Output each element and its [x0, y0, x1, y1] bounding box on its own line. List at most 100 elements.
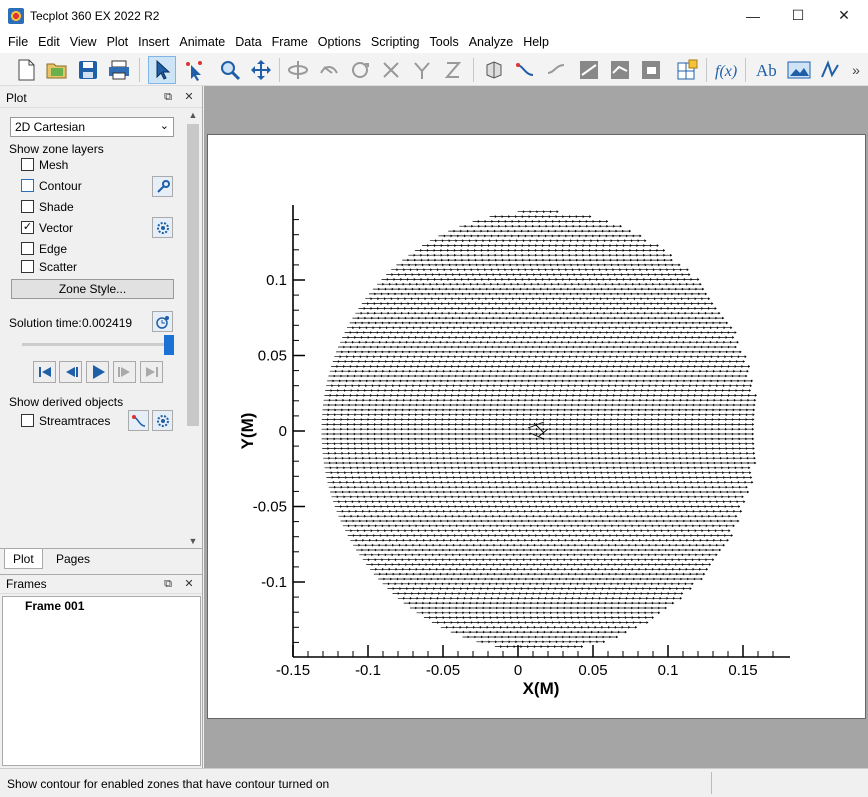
- selector-tool-button[interactable]: [148, 56, 176, 84]
- function-fx-icon: f(x): [715, 63, 737, 80]
- x-tick-label: -0.1: [355, 662, 381, 679]
- window-title: Tecplot 360 EX 2022 R2: [30, 8, 160, 23]
- probe-button[interactable]: [480, 56, 508, 84]
- equation-button[interactable]: f(x): [712, 56, 740, 84]
- edge-checkbox[interactable]: [21, 242, 34, 255]
- minimize-button[interactable]: —: [730, 0, 776, 31]
- contour-checkbox[interactable]: [21, 179, 34, 192]
- gear-settings-icon: [156, 221, 169, 234]
- vector-row: [489, 215, 592, 218]
- toolbar-overflow-button[interactable]: »: [846, 56, 866, 84]
- adjustor-tool-button[interactable]: [180, 56, 208, 84]
- scrollbar-thumb[interactable]: [187, 124, 199, 426]
- scatter-checkbox[interactable]: [21, 260, 34, 273]
- rotate-twist-button[interactable]: [346, 56, 374, 84]
- close-button[interactable]: ✕: [821, 0, 867, 31]
- play-button[interactable]: [86, 361, 109, 383]
- first-step-button[interactable]: [33, 361, 56, 383]
- frame-item[interactable]: Frame 001: [25, 599, 84, 613]
- rotate-y-button[interactable]: [408, 56, 436, 84]
- mesh-checkbox[interactable]: [21, 158, 34, 171]
- polyline-tool-button[interactable]: [816, 56, 844, 84]
- vector-row: [329, 369, 749, 373]
- plot-panel-scrollbar[interactable]: ▲ ▼: [186, 108, 200, 548]
- isosurface-tool-button[interactable]: [606, 56, 634, 84]
- last-step-button[interactable]: [140, 361, 163, 383]
- streamtrace-alt-button[interactable]: [542, 56, 570, 84]
- solution-time-settings-button[interactable]: [152, 311, 173, 332]
- x-tick-label: -0.15: [276, 662, 310, 679]
- menu-animate[interactable]: Animate: [174, 35, 230, 49]
- plot-type-value: 2D Cartesian: [15, 120, 86, 134]
- translate-button[interactable]: [247, 56, 275, 84]
- vector-checkbox[interactable]: ✓: [21, 221, 34, 234]
- scroll-down-icon[interactable]: ▼: [186, 534, 200, 548]
- vector-details-button[interactable]: [152, 217, 173, 238]
- menu-options[interactable]: Options: [313, 35, 366, 49]
- vector-row: [326, 384, 753, 387]
- shade-checkbox[interactable]: [21, 200, 34, 213]
- contour-label-icon: [642, 61, 660, 79]
- streamtrace-tool-button[interactable]: [511, 56, 539, 84]
- image-tool-button[interactable]: [785, 56, 813, 84]
- streamtraces-checkbox[interactable]: [21, 414, 34, 427]
- plot-panel-title: Plot: [6, 90, 27, 105]
- x-tick-label: 0.15: [728, 662, 757, 679]
- streamtrace-place-button[interactable]: [128, 410, 149, 431]
- x-tick-label: 0: [514, 662, 522, 679]
- zone-style-button[interactable]: Zone Style...: [11, 279, 174, 299]
- plot-type-select[interactable]: 2D Cartesian ⌄: [10, 117, 174, 137]
- maximize-button[interactable]: ☐: [775, 0, 821, 31]
- text-tool-button[interactable]: Ab: [753, 56, 781, 84]
- vector-row: [336, 510, 743, 513]
- status-bar: Show contour for enabled zones that have…: [0, 768, 868, 797]
- menu-tools[interactable]: Tools: [425, 35, 464, 49]
- menu-frame[interactable]: Frame: [267, 35, 313, 49]
- vector-row: [321, 427, 755, 431]
- rotate-spherical-button[interactable]: [284, 56, 312, 84]
- save-button[interactable]: [74, 56, 102, 84]
- vector-row: [321, 442, 755, 445]
- tab-plot[interactable]: Plot: [4, 549, 43, 569]
- vector-row: [347, 326, 733, 329]
- toolbar-separator: [473, 58, 474, 82]
- extract-button[interactable]: [673, 56, 701, 84]
- close-panel-icon[interactable]: ✕: [182, 90, 196, 104]
- rotate-z-button[interactable]: [439, 56, 467, 84]
- zoom-button[interactable]: [216, 56, 244, 84]
- step-back-button[interactable]: [59, 361, 82, 383]
- undock-icon[interactable]: ⧉: [161, 577, 175, 591]
- new-layout-button[interactable]: [12, 56, 40, 84]
- tab-pages[interactable]: Pages: [48, 549, 98, 569]
- menu-data[interactable]: Data: [230, 35, 266, 49]
- step-forward-button[interactable]: [113, 361, 136, 383]
- time-slider-track[interactable]: [22, 343, 168, 346]
- menu-view[interactable]: View: [65, 35, 102, 49]
- vector-row: [369, 292, 708, 296]
- vector-row: [438, 234, 642, 238]
- open-layout-button[interactable]: [43, 56, 71, 84]
- contour-details-button[interactable]: [152, 176, 173, 197]
- menu-file[interactable]: File: [3, 35, 33, 49]
- menu-analyze[interactable]: Analyze: [464, 35, 518, 49]
- contour-label-button[interactable]: [637, 56, 665, 84]
- close-panel-icon[interactable]: ✕: [182, 577, 196, 591]
- print-button[interactable]: [105, 56, 133, 84]
- slice-tool-button[interactable]: [575, 56, 603, 84]
- plot-frame[interactable]: -0.15 -0.1 -0.05 0 0.05 0.1 0.15 0.1 0.05 0 -0.05 -…: [207, 134, 866, 719]
- vector-row: [408, 253, 673, 257]
- rotate-x-button[interactable]: [377, 56, 405, 84]
- scroll-up-icon[interactable]: ▲: [186, 108, 200, 122]
- menu-help[interactable]: Help: [518, 35, 554, 49]
- vector-row: [476, 640, 606, 644]
- undock-icon[interactable]: ⧉: [161, 90, 175, 104]
- menu-plot[interactable]: Plot: [102, 35, 134, 49]
- stream-curve-icon: [547, 64, 565, 74]
- rotate-rollerball-button[interactable]: [315, 56, 343, 84]
- time-slider-thumb[interactable]: [164, 335, 174, 355]
- vector-plot: -0.15 -0.1 -0.05 0 0.05 0.1 0.15 0.1 0.05 0 -0.05 -…: [238, 205, 790, 698]
- menu-scripting[interactable]: Scripting: [366, 35, 425, 49]
- streamtrace-details-button[interactable]: [152, 410, 173, 431]
- menu-edit[interactable]: Edit: [33, 35, 65, 49]
- menu-insert[interactable]: Insert: [133, 35, 174, 49]
